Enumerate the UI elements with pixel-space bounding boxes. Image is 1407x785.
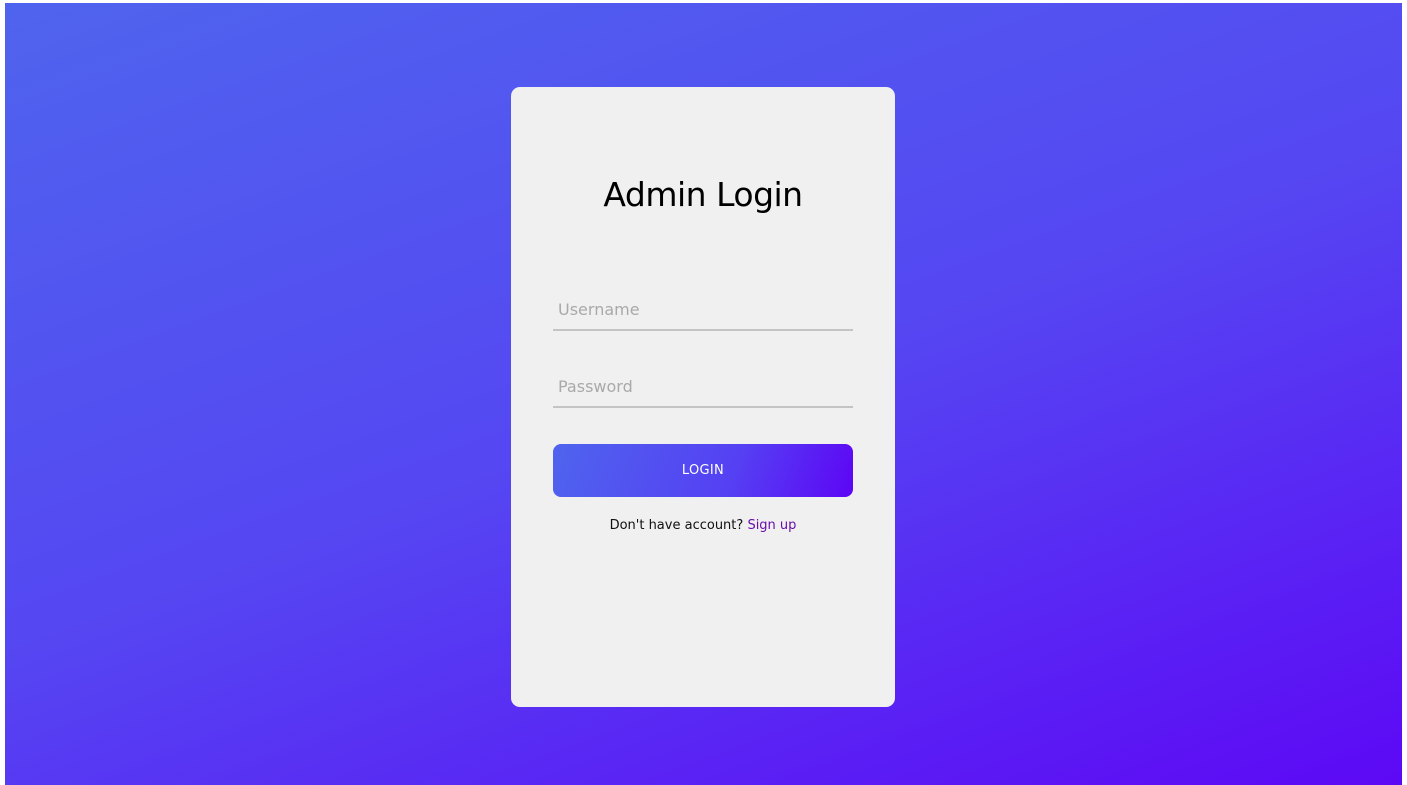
username-field-container (553, 289, 853, 331)
username-input[interactable] (553, 289, 853, 329)
login-card: Admin Login LOGIN Don't have account? Si… (511, 87, 895, 707)
signup-prompt-text: Don't have account? (609, 518, 744, 533)
login-button[interactable]: LOGIN (553, 444, 853, 497)
password-field-container (553, 366, 853, 408)
password-input[interactable] (553, 366, 853, 406)
signup-link[interactable]: Sign up (747, 518, 796, 533)
signup-prompt: Don't have account? Sign up (511, 518, 895, 533)
page-background: Admin Login LOGIN Don't have account? Si… (5, 3, 1402, 785)
page-title: Admin Login (603, 175, 803, 214)
